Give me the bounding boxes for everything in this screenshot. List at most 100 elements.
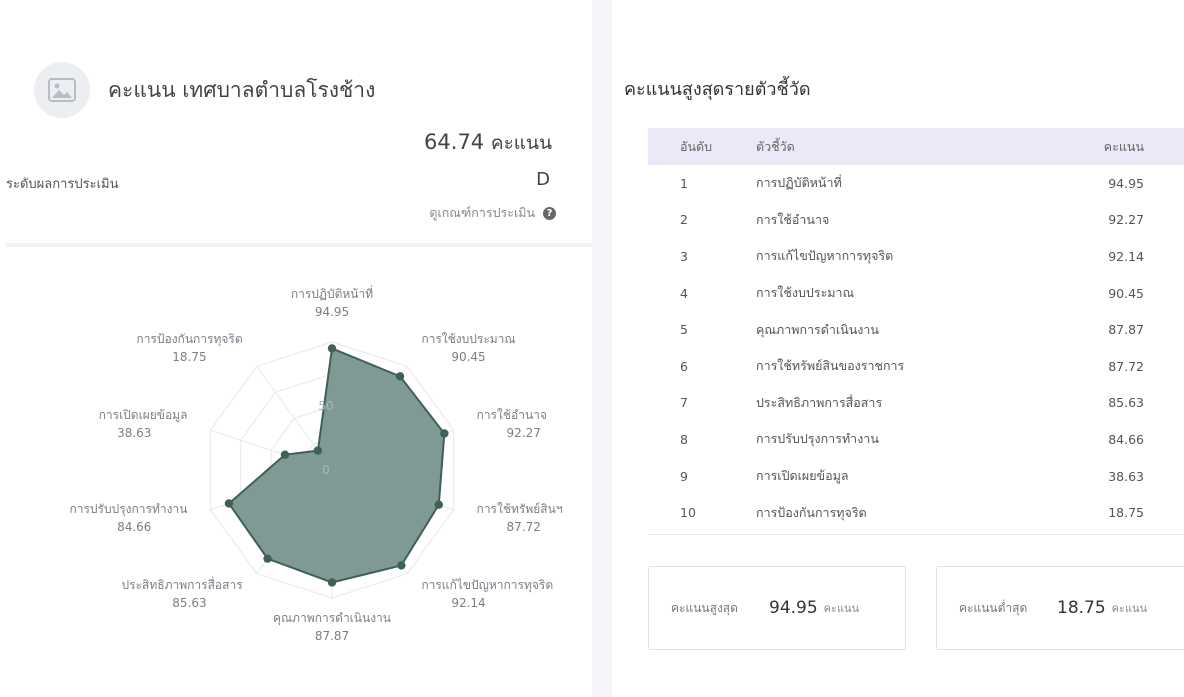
score-cell: 94.95 xyxy=(1108,175,1144,191)
radar-value-label: 84.66 xyxy=(117,520,151,534)
indicator-cell: คุณภาพการดำเนินงาน xyxy=(756,321,879,337)
radar-axis-label: การเปิดเผยข้อมูล 38.63 xyxy=(99,408,188,440)
score-cell: 85.63 xyxy=(1108,395,1144,411)
min-score-card: คะแนนต่ำสุด 18.75 คะแนน xyxy=(936,566,1184,650)
left-panel: คะแนน เทศบาลตำบลโรงช้าง 64.74 คะแนน ระดั… xyxy=(0,0,592,697)
table-bottom-border xyxy=(648,534,1184,535)
indicator-cell: ประสิทธิภาพการสื่อสาร xyxy=(756,394,883,410)
indicator-cell: การใช้อำนาจ xyxy=(756,211,830,227)
score-cell: 92.27 xyxy=(1108,212,1144,228)
radar-axis-label: การป้องกันการทุจริต 18.75 xyxy=(136,332,242,364)
rank-cell: 9 xyxy=(680,468,688,484)
indicator-cell: การเปิดเผยข้อมูล xyxy=(756,468,849,484)
rank-cell: 3 xyxy=(680,248,688,264)
table-row: 10 การป้องกันการทุจริต 18.75 xyxy=(648,494,1184,531)
radar-axis-label: การใช้อำนาจ 92.27 xyxy=(477,408,547,440)
image-placeholder-icon xyxy=(34,62,90,118)
radar-axis-name: การปรับปรุงการทำงาน xyxy=(69,502,187,517)
score-cell: 87.72 xyxy=(1108,358,1144,374)
header-rank: อันดับ xyxy=(680,138,713,154)
min-score-label: คะแนนต่ำสุด xyxy=(959,600,1028,615)
radar-point-9 xyxy=(313,446,323,455)
ranking-title: คะแนนสูงสุดรายตัวชี้วัด xyxy=(624,79,811,100)
radar-point-7 xyxy=(224,499,234,508)
radar-axis-label: การใช้ทรัพย์สินฯ 87.72 xyxy=(477,502,563,534)
min-score-value: 18.75 xyxy=(1057,598,1106,618)
score-cell: 87.87 xyxy=(1108,322,1144,338)
rank-cell: 4 xyxy=(680,285,688,301)
radar-value-label: 87.87 xyxy=(315,629,349,643)
indicator-cell: การปฏิบัติหน้าที่ xyxy=(756,175,842,191)
header-indicator: ตัวชี้วัด xyxy=(756,138,795,154)
rank-cell: 2 xyxy=(680,212,688,228)
radar-axis-name: การใช้งบประมาณ xyxy=(421,332,515,346)
total-score: 64.74 คะแนน xyxy=(424,128,552,158)
score-cell: 84.66 xyxy=(1108,431,1144,447)
criteria-link-text: ดูเกณฑ์การประเมิน xyxy=(429,205,535,220)
radar-axis-label: การแก้ไขปัญหาการทุจริต 92.14 xyxy=(421,578,553,610)
radar-axis-name: การป้องกันการทุจริต xyxy=(136,332,242,347)
radar-axis-name: คุณภาพการดำเนินงาน xyxy=(273,611,391,626)
radar-series-area xyxy=(227,347,446,584)
total-score-unit: คะแนน xyxy=(490,132,552,154)
right-panel: คะแนนสูงสุดรายตัวชี้วัด อันดับ ตัวชี้วัด… xyxy=(612,0,1184,697)
radar-axis-name: การปฏิบัติหน้าที่ xyxy=(291,285,373,301)
table-row: 7 ประสิทธิภาพการสื่อสาร 85.63 xyxy=(648,385,1184,422)
radar-value-label: 38.63 xyxy=(117,426,151,440)
rank-cell: 1 xyxy=(680,175,688,191)
indicator-cell: การป้องกันการทุจริต xyxy=(756,504,867,520)
score-cell: 92.14 xyxy=(1108,248,1144,264)
rank-cell: 10 xyxy=(680,505,696,521)
radar-axis-name: ประสิทธิภาพการสื่อสาร xyxy=(122,576,244,592)
max-score-value: 94.95 xyxy=(769,598,818,618)
radar-point-1 xyxy=(395,372,405,381)
table-row: 9 การเปิดเผยข้อมูล 38.63 xyxy=(648,458,1184,495)
radar-chart: 0 50 การปฏิบัติหน้าที่ 94.95 การใช้งบประมาณ 9… xyxy=(69,285,563,643)
table-row: 3 การแก้ไขปัญหาการทุจริต 92.14 xyxy=(648,238,1184,275)
radar-value-label: 94.95 xyxy=(315,305,349,319)
table-row: 8 การปรับปรุงการทำงาน 84.66 xyxy=(648,421,1184,458)
radar-point-0 xyxy=(327,344,337,353)
rank-cell: 7 xyxy=(680,395,688,411)
table-row: 5 คุณภาพการดำเนินงาน 87.87 xyxy=(648,311,1184,348)
radar-axis-name: การใช้ทรัพย์สินฯ xyxy=(477,502,563,516)
question-circle-icon[interactable]: ? xyxy=(543,206,556,220)
indicator-cell: การแก้ไขปัญหาการทุจริต xyxy=(756,248,894,264)
level-label: ระดับผลการประเมิน xyxy=(6,177,119,192)
radar-point-4 xyxy=(397,561,406,570)
org-title: คะแนน เทศบาลตำบลโรงช้าง xyxy=(108,78,376,102)
radar-point-3 xyxy=(434,500,443,509)
criteria-link[interactable]: ดูเกณฑ์การประเมิน ? xyxy=(429,203,556,223)
table-row: 1 การปฏิบัติหน้าที่ 94.95 xyxy=(648,165,1184,202)
rank-cell: 8 xyxy=(680,431,688,447)
score-cell: 18.75 xyxy=(1108,505,1144,521)
indicator-cell: การปรับปรุงการทำงาน xyxy=(756,431,879,447)
radar-point-8 xyxy=(280,450,290,459)
radar-value-label: 92.14 xyxy=(451,596,485,610)
radar-point-2 xyxy=(440,429,449,438)
max-score-label: คะแนนสูงสุด xyxy=(671,600,738,615)
radar-axis-name: การเปิดเผยข้อมูล xyxy=(99,408,188,423)
table-row: 6 การใช้ทรัพย์สินของราชการ 87.72 xyxy=(648,348,1184,385)
radar-tick-label: 50 xyxy=(318,399,333,413)
indicator-cell: การใช้ทรัพย์สินของราชการ xyxy=(756,358,905,374)
score-cell: 90.45 xyxy=(1108,285,1144,301)
radar-value-label: 18.75 xyxy=(172,350,206,364)
radar-axis-label: การใช้งบประมาณ 90.45 xyxy=(421,332,515,364)
radar-axis-name: การใช้อำนาจ xyxy=(477,408,547,422)
max-score-unit: คะแนน xyxy=(823,602,860,615)
rank-cell: 5 xyxy=(680,322,688,338)
total-score-value: 64.74 xyxy=(424,130,485,154)
radar-tick-label: 0 xyxy=(322,463,330,477)
radar-value-label: 87.72 xyxy=(507,520,541,534)
radar-point-5 xyxy=(327,578,337,587)
radar-axis-label: คุณภาพการดำเนินงาน 87.87 xyxy=(273,611,391,643)
header-score: คะแนน xyxy=(1103,138,1144,154)
panel-divider xyxy=(592,0,612,697)
indicator-cell: การใช้งบประมาณ xyxy=(756,285,855,301)
ranking-table: อันดับ ตัวชี้วัด คะแนน 1 การปฏิบัติหน้าที… xyxy=(648,128,1184,531)
level-value: D xyxy=(536,169,550,190)
score-cell: 38.63 xyxy=(1108,468,1144,484)
min-score-unit: คะแนน xyxy=(1111,602,1148,615)
rank-cell: 6 xyxy=(680,358,688,374)
